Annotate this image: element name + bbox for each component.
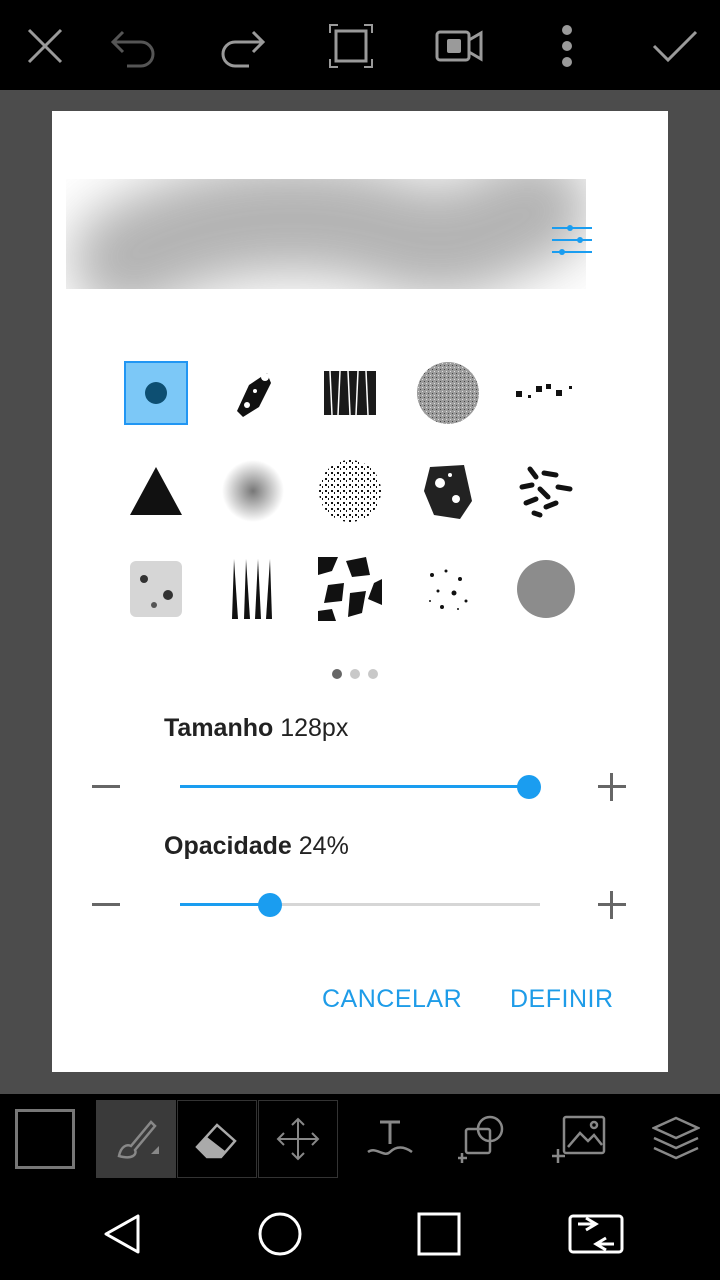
size-slider-thumb[interactable] [517, 775, 542, 799]
redo-icon[interactable] [216, 20, 268, 72]
brush-tool-icon[interactable] [96, 1100, 176, 1178]
check-icon[interactable] [649, 20, 701, 72]
brush-settings-icon[interactable] [550, 223, 594, 257]
opacity-increase-button-v[interactable] [610, 891, 613, 919]
opacity-slider-thumb[interactable] [258, 893, 282, 917]
video-icon[interactable] [433, 20, 485, 72]
page-dot-active [332, 669, 342, 679]
layers-icon[interactable] [636, 1100, 716, 1178]
brush-fine-spray[interactable] [416, 557, 480, 621]
eraser-tool-icon[interactable] [177, 1100, 257, 1178]
page-dot [368, 669, 378, 679]
more-vert-icon[interactable] [541, 20, 593, 72]
cancel-button[interactable]: CANCELAR [322, 985, 462, 1014]
opacity-slider-fill [180, 903, 270, 906]
brush-scatter-squares[interactable] [514, 361, 578, 425]
size-label-row: Tamanho 128px [164, 714, 348, 743]
switch-app-nav-icon[interactable] [566, 1204, 626, 1264]
recents-nav-icon[interactable] [409, 1204, 469, 1264]
opacity-decrease-button[interactable] [92, 903, 120, 906]
size-decrease-button[interactable] [92, 785, 120, 788]
brush-charcoal-stroke[interactable] [221, 361, 285, 425]
move-tool-icon[interactable] [258, 1100, 338, 1178]
page-dot [350, 669, 360, 679]
opacity-slider-row [92, 885, 632, 925]
brush-settings-dialog: Tamanho 128px Opacidade 24% CANCELAR DEF… [52, 111, 668, 1072]
system-nav-bar [0, 1186, 720, 1280]
add-image-icon[interactable] [540, 1100, 620, 1178]
size-increase-button-v[interactable] [610, 773, 613, 801]
brush-scatter-dashes[interactable] [514, 459, 578, 523]
back-nav-icon[interactable] [92, 1204, 152, 1264]
crop-icon[interactable] [325, 20, 377, 72]
size-value: 128px [280, 714, 349, 742]
size-slider[interactable] [180, 775, 542, 799]
color-swatch[interactable] [8, 1100, 82, 1178]
brush-stroke-preview [66, 139, 591, 339]
brush-round-hard[interactable] [124, 361, 188, 425]
brush-camo-pattern[interactable] [318, 557, 382, 621]
size-slider-fill [180, 785, 530, 788]
set-button[interactable]: DEFINIR [510, 985, 614, 1014]
size-label: Tamanho [164, 714, 274, 742]
opacity-label: Opacidade [164, 832, 292, 860]
brush-grass-blades[interactable] [221, 557, 285, 621]
text-tool-icon[interactable] [350, 1100, 430, 1178]
shape-tool-icon[interactable] [444, 1100, 524, 1178]
brush-stamp-texture[interactable] [124, 557, 188, 621]
opacity-value: 24% [298, 832, 349, 860]
brush-soft-round[interactable] [221, 459, 285, 523]
size-slider-row [92, 767, 632, 807]
brush-speckle-circle[interactable] [318, 459, 382, 523]
brush-grunge-patch[interactable] [416, 459, 480, 523]
brush-gray-circle[interactable] [514, 557, 578, 621]
brush-triangle-texture[interactable] [124, 459, 188, 523]
bottom-toolbar [0, 1094, 720, 1186]
brush-dry-bristle[interactable] [318, 361, 382, 425]
top-toolbar [0, 0, 720, 90]
undo-icon[interactable] [108, 20, 160, 72]
opacity-slider[interactable] [180, 893, 540, 917]
brush-noise-circle[interactable] [416, 361, 480, 425]
close-icon[interactable] [19, 20, 71, 72]
home-nav-icon[interactable] [250, 1204, 310, 1264]
opacity-label-row: Opacidade 24% [164, 832, 349, 861]
